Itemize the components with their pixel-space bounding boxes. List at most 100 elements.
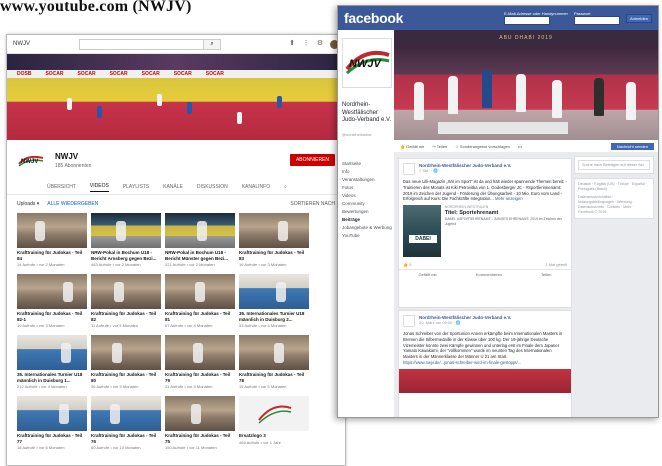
- language-links[interactable]: Deutsch · English (US) · Türkçe · Españo…: [578, 182, 650, 192]
- video-card[interactable]: Krafttraining für Judokas - Teil 84 14 Au…: [17, 213, 87, 270]
- upload-icon[interactable]: ⬆: [288, 40, 296, 48]
- video-card[interactable]: Krafttraining für Judokas - Teil 77 18 Au…: [17, 396, 87, 453]
- nav-item[interactable]: YouTube: [342, 232, 392, 240]
- facebook-logo[interactable]: facebook: [344, 10, 403, 26]
- tab-playlists[interactable]: PLAYLISTS: [123, 184, 149, 190]
- video-thumbnail[interactable]: [165, 213, 235, 248]
- video-title[interactable]: Krafttraining für Judokas - Teil 75: [165, 433, 235, 444]
- video-card[interactable]: Krafttraining für Judokas - Teil 76 60 Au…: [91, 396, 161, 453]
- video-thumbnail[interactable]: [239, 213, 309, 248]
- post-link-card[interactable]: DABEI NORDRHEIN-WESTFALEN Titel: Sporteh…: [403, 205, 567, 258]
- search-icon[interactable]: ⌕: [284, 184, 287, 190]
- footer-links[interactable]: Datenschutzrichtlinie · Nutzungsbedingun…: [578, 195, 650, 215]
- page-profile-picture[interactable]: NWJV: [342, 38, 392, 88]
- tab-videos[interactable]: VIDEOS: [89, 183, 109, 192]
- share-button[interactable]: Teilen: [541, 272, 551, 277]
- video-title[interactable]: NRW-Pokal in Bochum U18 - Bericht Arnsbe…: [91, 250, 161, 261]
- tab-übersicht[interactable]: ÜBERSICHT: [47, 184, 76, 190]
- post-timestamp[interactable]: 20. März um 09:00 · 🌐: [419, 320, 511, 325]
- comment-button[interactable]: Kommentieren: [476, 272, 502, 277]
- post-photo[interactable]: [399, 368, 571, 393]
- search-icon[interactable]: ⌕: [203, 39, 220, 49]
- video-title[interactable]: Krafttraining für Judokas - Teil 82: [91, 311, 161, 322]
- video-card[interactable]: Krafttraining für Judokas - Teil 81 67 Au…: [165, 274, 235, 331]
- video-title[interactable]: NRW-Pokal in Bochum U18 - Bericht Münste…: [165, 250, 235, 261]
- page-search-input[interactable]: Suche nach Beiträgen auf dieser Sei: [578, 160, 650, 170]
- email-field[interactable]: [504, 16, 551, 25]
- page-action-button[interactable]: 👍 Gefällt mir: [400, 144, 424, 149]
- nav-item[interactable]: Info: [342, 168, 392, 176]
- post-timestamp[interactable]: 7 Std. · 🌐: [419, 168, 511, 173]
- tab-kanäle[interactable]: KANÄLE: [163, 184, 183, 190]
- video-title[interactable]: Krafttraining für Judokas - Teil 81: [165, 311, 235, 322]
- video-thumbnail[interactable]: [239, 335, 309, 370]
- video-thumbnail[interactable]: [165, 396, 235, 431]
- video-card[interactable]: Krafttraining für Judokas - Teil 78 15 Au…: [239, 335, 309, 392]
- post-avatar[interactable]: [403, 315, 415, 327]
- settings-icon[interactable]: ⚙: [316, 40, 324, 48]
- apps-icon[interactable]: ⋮: [302, 40, 310, 48]
- video-thumbnail[interactable]: [17, 274, 87, 309]
- send-message-button[interactable]: Nachricht senden: [610, 142, 654, 150]
- video-card[interactable]: Krafttraining für Judokas - Teil 80 36 Au…: [91, 335, 161, 392]
- video-title[interactable]: Krafttraining für Judokas - Teil 79: [165, 372, 235, 383]
- shares-count[interactable]: 1 Mal geteilt: [545, 262, 567, 267]
- video-thumbnail[interactable]: [91, 335, 161, 370]
- video-title[interactable]: Krafttraining für Judokas - Teil 83: [239, 250, 309, 261]
- video-title[interactable]: Krafttraining für Judokas - Teil 80: [91, 372, 161, 383]
- video-thumbnail[interactable]: [239, 396, 309, 431]
- see-more-link[interactable]: Mehr anzeigen: [495, 196, 523, 201]
- video-title[interactable]: Krafttraining für Judokas - Teil 78: [239, 372, 309, 383]
- video-title[interactable]: Ersatzlogo 3: [239, 433, 309, 439]
- yt-address[interactable]: NWJV: [13, 41, 73, 47]
- page-action-button[interactable]: ☆ Sonderangebot vorschlagen: [455, 144, 510, 149]
- like-button[interactable]: Gefällt mir: [419, 272, 437, 277]
- video-title[interactable]: 35. Internationales Turnier U18 männlich…: [17, 372, 87, 383]
- video-card[interactable]: Ersatzlogo 3 465 Aufrufe • vor 1 Jahr: [239, 396, 309, 453]
- reactions-count[interactable]: 👍 5: [403, 262, 411, 267]
- video-card[interactable]: NRW-Pokal in Bochum U18 - Bericht Münste…: [165, 213, 235, 270]
- video-thumbnail[interactable]: [91, 213, 161, 248]
- nav-item[interactable]: Bewertungen: [342, 208, 392, 216]
- yt-search-input[interactable]: ⌕: [79, 38, 221, 50]
- video-card[interactable]: 35. Internationales Turnier U18 männlich…: [239, 274, 309, 331]
- nav-item[interactable]: Beiträge: [342, 216, 392, 224]
- video-card[interactable]: Krafttraining für Judokas - Teil 83 16 Au…: [239, 213, 309, 270]
- post-avatar[interactable]: [403, 163, 415, 175]
- nav-item[interactable]: Fotos: [342, 184, 392, 192]
- video-card[interactable]: 35. Internationales Turnier U18 männlich…: [17, 335, 87, 392]
- nav-item[interactable]: Community: [342, 200, 392, 208]
- video-title[interactable]: 35. Internationales Turnier U18 männlich…: [239, 311, 309, 322]
- video-card[interactable]: Krafttraining für Judokas - Teil 82 11 Au…: [91, 274, 161, 331]
- post-link[interactable]: https://www.nwjv.de/...jonas-schreiber-w…: [399, 360, 571, 366]
- video-card[interactable]: Krafttraining für Judokas - Teil 75 150 A…: [165, 396, 235, 453]
- video-thumbnail[interactable]: [91, 396, 161, 431]
- video-thumbnail[interactable]: [17, 396, 87, 431]
- nav-item[interactable]: Videos: [342, 192, 392, 200]
- video-title[interactable]: Krafttraining für Judokas - Teil 84: [17, 250, 87, 261]
- video-card[interactable]: Krafttraining für Judokas - Teil 79 21 Au…: [165, 335, 235, 392]
- page-action-button[interactable]: ↪ Teilen: [432, 144, 447, 149]
- tab-kanalinfo[interactable]: KANALINFO: [242, 184, 270, 190]
- video-thumbnail[interactable]: [17, 335, 87, 370]
- video-card[interactable]: Krafttraining für Judokas - Teil 82-1 19 …: [17, 274, 87, 331]
- video-thumbnail[interactable]: [239, 274, 309, 309]
- password-field[interactable]: [573, 16, 620, 25]
- login-button[interactable]: Anmelden: [625, 13, 652, 23]
- nav-item[interactable]: Jobangebote & Werbung: [342, 224, 392, 232]
- uploads-dropdown[interactable]: Uploads ▾: [17, 201, 39, 207]
- video-thumbnail[interactable]: [91, 274, 161, 309]
- play-all-button[interactable]: ALLE WIEDERGEBEN: [47, 201, 98, 207]
- nav-item[interactable]: Veranstaltungen: [342, 176, 392, 184]
- tab-diskussion[interactable]: DISKUSSION: [197, 184, 228, 190]
- video-title[interactable]: Krafttraining für Judokas - Teil 82-1: [17, 311, 87, 322]
- video-thumbnail[interactable]: [165, 335, 235, 370]
- video-title[interactable]: Krafttraining für Judokas - Teil 76: [91, 433, 161, 444]
- video-card[interactable]: NRW-Pokal in Bochum U18 - Bericht Arnsbe…: [91, 213, 161, 270]
- video-thumbnail[interactable]: [17, 213, 87, 248]
- subscribe-button[interactable]: ABONNIEREN: [289, 154, 335, 166]
- page-action-button[interactable]: •••: [518, 144, 522, 149]
- video-title[interactable]: Krafttraining für Judokas - Teil 77: [17, 433, 87, 444]
- video-thumbnail[interactable]: [165, 274, 235, 309]
- nav-item[interactable]: Startseite: [342, 160, 392, 168]
